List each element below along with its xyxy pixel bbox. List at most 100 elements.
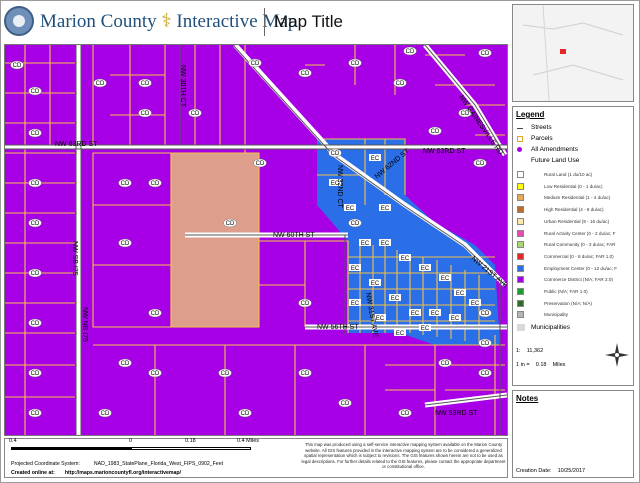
parcel-label-cd: CD bbox=[13, 63, 22, 69]
land-use-label: Rural Land (1 du/10 ac) bbox=[544, 172, 593, 177]
parcel-label-cd: CD bbox=[141, 81, 150, 87]
land-use-label: Municipality bbox=[544, 312, 568, 318]
parcel-label-ec: EC bbox=[421, 266, 430, 272]
land-use-swatch bbox=[517, 229, 524, 237]
county-seal-logo bbox=[4, 6, 34, 36]
creation-date: Creation Date: 10/25/2017 bbox=[516, 468, 586, 474]
parcel-label-cd: CD bbox=[226, 221, 235, 227]
parcel-label-cd: CD bbox=[251, 61, 260, 67]
parcel-label-ec: EC bbox=[391, 296, 400, 302]
parcel-label-cd: CD bbox=[31, 411, 40, 417]
land-use-label: Rural Community (0 - 3 du/ac; FAR bbox=[544, 242, 616, 248]
parcel-label-ec: EC bbox=[451, 316, 460, 322]
land-use-swatch bbox=[517, 241, 524, 249]
street-label-nw-30th-ct: NW 30TH CT bbox=[179, 65, 186, 108]
created-url-link[interactable]: http://maps.marioncountyfl.org/interacti… bbox=[65, 470, 181, 476]
medium-residential-parcel bbox=[171, 153, 259, 327]
parcel-label-ec: EC bbox=[351, 266, 360, 272]
parcel-label-ec: EC bbox=[431, 311, 440, 317]
land-use-swatch bbox=[517, 206, 524, 214]
header: Marion County ⚕ Interactive Map Map Titl… bbox=[4, 4, 504, 38]
land-use-swatch bbox=[517, 217, 524, 225]
parcel-label-cd: CD bbox=[481, 311, 490, 317]
parcel-label-cd: CD bbox=[151, 371, 160, 377]
legend-item-parcels: Parcels bbox=[513, 134, 633, 145]
parcel-label-cd: CD bbox=[151, 181, 160, 187]
legend-item-streets: Streets bbox=[513, 123, 633, 134]
parcel-label-cd: CD bbox=[141, 111, 150, 117]
land-use-item: Urban Residential (8 - 16 du/ac) bbox=[513, 216, 633, 228]
overview-map[interactable] bbox=[512, 4, 634, 102]
projection-info: Projected Coordinate System: NAD_1983_Sta… bbox=[11, 461, 224, 467]
parcel-label-ec: EC bbox=[346, 206, 355, 212]
land-use-swatch bbox=[517, 276, 524, 284]
parcel-label-cd: CD bbox=[401, 411, 410, 417]
parcel-label-cd: CD bbox=[396, 81, 405, 87]
land-use-swatch bbox=[517, 182, 524, 190]
legend-title: Legend bbox=[516, 110, 545, 119]
notes-panel: Notes Creation Date: 10/25/2017 bbox=[512, 390, 634, 478]
land-use-label: Low Residential (0 - 1 du/ac) bbox=[544, 183, 603, 189]
scale-inch: 1 in = 0.18 Miles bbox=[516, 362, 566, 368]
legend-item-future-land-use: Future Land Use bbox=[531, 157, 580, 164]
legend-item-all-amendments: All Amendments bbox=[513, 145, 633, 156]
street-label-nw-53rd-st: NW 53RD ST bbox=[435, 410, 478, 417]
parcel-label-cd: CD bbox=[481, 371, 490, 377]
land-use-item: Employment Center (0 - 12 du/ac; F bbox=[513, 263, 633, 275]
parcel-label-cd: CD bbox=[431, 129, 440, 135]
street-label-nw-63rd-st-east: NW 63RD ST bbox=[423, 148, 466, 155]
land-use-item: Preservation (N/A; N/A) bbox=[513, 298, 633, 310]
parcel-label-cd: CD bbox=[31, 321, 40, 327]
land-use-item: Commercial (0 - 8 du/ac; FAR 1.0) bbox=[513, 251, 633, 263]
notes-title: Notes bbox=[516, 394, 539, 403]
parcel-label-cd: CD bbox=[31, 181, 40, 187]
land-use-item: Rural Activity Center (0 - 2 du/ac; F bbox=[513, 228, 633, 240]
disclaimer-text: This map was produced using a self-servi… bbox=[301, 442, 506, 470]
land-use-label: Urban Residential (8 - 16 du/ac) bbox=[544, 218, 610, 224]
parcel-label-cd: CD bbox=[31, 89, 40, 95]
overview-canvas bbox=[513, 5, 633, 101]
land-use-label: Commercial (0 - 8 du/ac; FAR 1.0) bbox=[544, 253, 614, 259]
land-use-swatch bbox=[517, 288, 524, 295]
parcel-label-cd: CD bbox=[301, 71, 310, 77]
street-label-nw-nb-i75: NW NB I75 bbox=[81, 307, 88, 342]
parcel-label-ec: EC bbox=[411, 311, 420, 317]
parcel-label-cd: CD bbox=[351, 221, 360, 227]
parcel-label-cd: CD bbox=[241, 411, 250, 417]
land-use-swatch bbox=[517, 299, 524, 307]
parcel-label-cd: CD bbox=[256, 161, 265, 167]
footer: 0.4 0 0.18 0.4 Miles Projected Coordinat… bbox=[4, 438, 508, 478]
app-title: Marion County ⚕ Interactive Map bbox=[40, 11, 298, 32]
parcel-label-cd: CD bbox=[406, 49, 415, 55]
parcel-label-cd: CD bbox=[481, 341, 490, 347]
land-use-label: High Residential (4 - 8 du/ac) bbox=[544, 207, 604, 213]
parcel-label-ec: EC bbox=[371, 156, 380, 162]
land-use-item: Municipality bbox=[513, 309, 633, 321]
land-use-label: Public (N/A; FAR 1.0) bbox=[544, 289, 588, 294]
parcel-label-cd: CD bbox=[191, 111, 200, 117]
north-arrow-icon bbox=[605, 343, 629, 367]
scale-bar-mid2-label: 0.18 bbox=[185, 438, 196, 444]
land-use-item: Rural Land (1 du/10 ac) bbox=[513, 169, 633, 181]
parcel-label-cd: CD bbox=[151, 311, 160, 317]
scale-ratio: 1: 11,362 bbox=[516, 348, 544, 354]
parcel-label-ec: EC bbox=[371, 281, 380, 287]
land-use-label: Preservation (N/A; N/A) bbox=[544, 300, 592, 306]
parcel-label-cd: CD bbox=[121, 181, 130, 187]
scale-bar bbox=[11, 447, 251, 450]
scale-bar-left-label: 0.4 bbox=[9, 438, 17, 444]
map-view[interactable]: CD CD CD CD CD CD CD CD CD CD CD CD CD CD CD CD CD CD CD CD… bbox=[4, 44, 508, 436]
land-use-label: Rural Activity Center (0 - 2 du/ac; F bbox=[544, 230, 616, 236]
parcel-label-ec: EC bbox=[376, 316, 385, 322]
parcel-label-ec: EC bbox=[441, 276, 450, 282]
land-use-label: Medium Residential (1 - 4 du/ac) bbox=[544, 195, 611, 201]
parcel-label-cd: CD bbox=[476, 161, 485, 167]
parcel-label-cd: CD bbox=[31, 271, 40, 277]
land-use-item: Commerce District (N/A; FAR 2.0) bbox=[513, 274, 633, 286]
land-use-swatch bbox=[517, 311, 524, 319]
land-use-label: Commerce District (N/A; FAR 2.0) bbox=[544, 277, 613, 283]
map-canvas[interactable]: CD CD CD CD CD CD CD CD CD CD CD CD CD CD CD CD CD CD CD CD… bbox=[5, 45, 507, 435]
parcel-label-cd: CD bbox=[351, 61, 360, 67]
legend-item-municipalities: Municipalities bbox=[513, 323, 633, 334]
land-use-item: High Residential (4 - 8 du/ac) bbox=[513, 204, 633, 216]
